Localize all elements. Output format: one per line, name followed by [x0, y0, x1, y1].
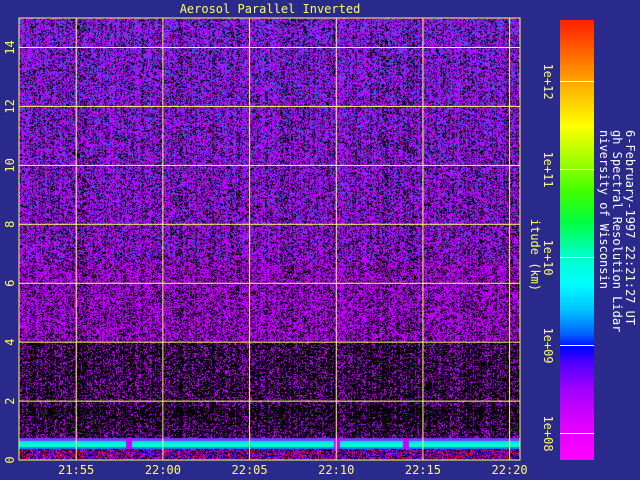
x-tick-label: 21:55	[58, 463, 94, 477]
y-tick-label: 10	[3, 158, 17, 172]
side-line-1: niversity of Wisconsin	[597, 130, 611, 289]
colorbar-tick-label: 1e+12	[541, 63, 555, 99]
colorbar-tick-label: 1e+11	[541, 151, 555, 187]
x-axis: 21:55 22:00 22:05 22:10 22:15 22:20	[58, 463, 528, 477]
y-tick-label: 12	[3, 99, 17, 113]
y-axis-label: itude (km)	[528, 219, 542, 291]
colorbar-tick-label: 1e+08	[541, 415, 555, 451]
y-tick-label: 14	[3, 40, 17, 54]
x-tick-label: 22:00	[145, 463, 181, 477]
y-axis: 0 2 4 6 8 10 12 14	[3, 40, 17, 463]
colorbar: 1e+08 1e+09 1e+10 1e+11 1e+12	[541, 20, 594, 460]
plot-area	[18, 17, 521, 461]
heatmap-image	[19, 18, 520, 460]
x-tick-label: 22:10	[318, 463, 354, 477]
x-tick-label: 22:20	[492, 463, 528, 477]
y-tick-label: 8	[3, 221, 17, 228]
y-tick-label: 6	[3, 280, 17, 287]
y-tick-label: 2	[3, 397, 17, 404]
y-tick-label: 0	[3, 456, 17, 463]
side-line-2: gh Spectral Resolution Lidar	[610, 130, 624, 332]
colorbar-gradient	[560, 20, 594, 460]
colorbar-tick-label: 1e+09	[541, 327, 555, 363]
side-line-3: 6-February-1997 22:21:27 UT	[623, 130, 637, 325]
colorbar-tick-label: 1e+10	[541, 239, 555, 275]
x-tick-label: 22:15	[405, 463, 441, 477]
lidar-figure: Aerosol Parallel Inverted 21:55 22:00 22:0…	[3, 2, 637, 477]
side-caption: niversity of Wisconsin gh Spectral Resol…	[597, 130, 637, 332]
chart-title: Aerosol Parallel Inverted	[180, 2, 361, 16]
x-tick-label: 22:05	[232, 463, 268, 477]
y-tick-label: 4	[3, 339, 17, 346]
